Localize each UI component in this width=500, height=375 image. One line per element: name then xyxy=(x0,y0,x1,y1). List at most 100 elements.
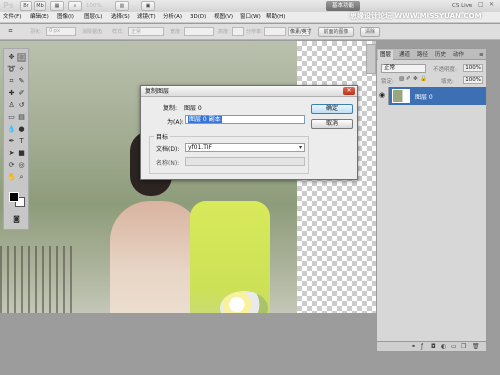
panel-menu-icon[interactable]: ≡ xyxy=(477,50,486,60)
width-label: 宽度: xyxy=(170,29,182,35)
lock-pixels-icon[interactable]: ✐ xyxy=(406,76,411,82)
menu-window[interactable]: 窗口(W) xyxy=(240,13,261,22)
minimize-icon[interactable]: – xyxy=(468,1,471,8)
lock-transparency-icon[interactable]: ▧ xyxy=(399,76,404,82)
pen-tool-icon[interactable]: ✒ xyxy=(7,137,16,146)
adjustment-layer-icon[interactable]: ◐ xyxy=(441,343,446,350)
height-label: 高度: xyxy=(218,29,230,35)
clear-button[interactable]: 清除 xyxy=(360,27,380,37)
blend-mode-select[interactable]: 正常 xyxy=(381,64,426,73)
3d-rotate-tool-icon[interactable]: ⟳ xyxy=(7,161,16,170)
layer-name: 图层 0 xyxy=(415,94,433,101)
feather-label: 羽化: xyxy=(30,29,42,35)
zoom-level[interactable]: 100% xyxy=(86,1,102,11)
minibridge-icon[interactable]: Mb xyxy=(34,1,46,11)
screen-mode-icon[interactable]: ▣ xyxy=(141,1,155,11)
menu-filter[interactable]: 滤镜(T) xyxy=(137,13,156,22)
document-select-value: yf01.TIF xyxy=(188,144,213,151)
fill-input[interactable]: 100% xyxy=(463,76,483,84)
marquee-tool-icon[interactable]: ⬚ xyxy=(17,53,26,62)
arrange-documents-icon[interactable]: ▥ xyxy=(115,1,129,11)
crop-tool-preset-icon[interactable]: ⌗ xyxy=(6,27,15,36)
crop-tool-icon[interactable]: ⌗ xyxy=(7,77,16,86)
resolution-input[interactable] xyxy=(264,27,286,36)
type-tool-icon[interactable]: T xyxy=(17,137,26,146)
new-layer-icon[interactable]: ❐ xyxy=(461,343,466,350)
layers-panel: 图层 通道 路径 历史 动作 ≡ 正常 不透明度: 100% 锁定: ▧ ✐ ✥… xyxy=(376,48,487,352)
menu-analysis[interactable]: 分析(A) xyxy=(163,13,182,22)
layer-mask-icon[interactable]: ◘ xyxy=(431,343,436,350)
antialias-checkbox[interactable]: 消除锯齿 xyxy=(82,28,102,35)
as-name-input[interactable]: 图层 0 副本 xyxy=(185,115,305,124)
tab-channels[interactable]: 通道 xyxy=(397,50,412,60)
tab-paths[interactable]: 路径 xyxy=(415,50,430,60)
menu-select[interactable]: 选择(S) xyxy=(111,13,130,22)
shape-tool-icon[interactable]: ■ xyxy=(17,149,26,158)
unit-select[interactable]: 像素/英寸 xyxy=(288,27,312,36)
document-select[interactable]: yf01.TIF ▾ xyxy=(185,143,305,152)
3d-camera-tool-icon[interactable]: ◎ xyxy=(17,161,26,170)
eye-icon[interactable]: ◉ xyxy=(379,91,385,99)
lasso-tool-icon[interactable]: ➰ xyxy=(7,65,16,74)
brush-tool-icon[interactable]: ✐ xyxy=(17,89,26,98)
quick-mask-icon[interactable]: ◙ xyxy=(12,215,21,224)
zoom-icon[interactable]: ⌕ xyxy=(68,1,82,11)
collapsed-panel-strip[interactable] xyxy=(366,44,376,74)
bridge-icon[interactable]: Br xyxy=(20,1,32,11)
fence-graphic xyxy=(0,246,75,313)
view-extras-icon[interactable]: ▦ xyxy=(50,1,64,11)
lock-all-icon[interactable]: 🔒 xyxy=(420,76,427,82)
bride-graphic xyxy=(110,201,202,313)
menu-file[interactable]: 文件(F) xyxy=(3,13,21,22)
foreground-color-swatch[interactable] xyxy=(9,192,19,202)
menu-help[interactable]: 帮助(H) xyxy=(266,13,285,22)
gradient-tool-icon[interactable]: ▤ xyxy=(17,113,26,122)
menu-view[interactable]: 视图(V) xyxy=(214,13,233,22)
menu-image[interactable]: 图像(I) xyxy=(57,13,74,22)
ok-button[interactable]: 确定 xyxy=(311,104,353,114)
workspace-switcher[interactable]: 基本功能 xyxy=(326,1,360,11)
tab-history[interactable]: 历史 xyxy=(433,50,448,60)
trash-icon[interactable]: 🗑 xyxy=(472,343,480,350)
eyedropper-tool-icon[interactable]: ✎ xyxy=(17,77,26,86)
cancel-button[interactable]: 取消 xyxy=(311,119,353,129)
workspace-background xyxy=(0,313,376,375)
dodge-tool-icon[interactable]: ● xyxy=(17,125,26,134)
tab-actions[interactable]: 动作 xyxy=(451,50,466,60)
menu-3d[interactable]: 3D(D) xyxy=(190,13,206,22)
clone-stamp-tool-icon[interactable]: ♙ xyxy=(7,101,16,110)
tab-layers[interactable]: 图层 xyxy=(378,50,394,60)
panel-tabs: 图层 通道 路径 历史 动作 ≡ xyxy=(377,49,486,60)
move-tool-icon[interactable]: ✥ xyxy=(7,53,16,62)
blur-tool-icon[interactable]: 💧 xyxy=(7,125,16,134)
visibility-cell[interactable]: ◉ xyxy=(377,87,389,105)
resolution-label: 分辨率: xyxy=(246,29,263,35)
chevron-down-icon: ▾ xyxy=(298,144,302,151)
copy-value: 图层 0 xyxy=(184,105,202,112)
width-input[interactable] xyxy=(184,27,214,36)
new-group-icon[interactable]: ▭ xyxy=(451,343,457,350)
name-input[interactable] xyxy=(185,157,305,166)
path-selection-tool-icon[interactable]: ➤ xyxy=(7,149,16,158)
style-select[interactable]: 正常 xyxy=(128,27,164,36)
feather-input[interactable]: 0 px xyxy=(46,27,76,36)
height-input[interactable] xyxy=(232,27,244,36)
layer-style-icon[interactable]: ƒ xyxy=(421,343,423,350)
close-icon[interactable]: ✕ xyxy=(489,1,494,8)
layer-row-selected[interactable]: ◉ 图层 0 xyxy=(377,87,486,105)
front-image-button[interactable]: 前面的图像 xyxy=(318,27,354,37)
zoom-tool-icon[interactable]: ⌕ xyxy=(17,173,26,182)
dialog-close-icon[interactable]: ✕ xyxy=(343,87,355,95)
opacity-input[interactable]: 100% xyxy=(463,64,483,72)
hand-tool-icon[interactable]: ✋ xyxy=(7,173,16,182)
eraser-tool-icon[interactable]: ▭ xyxy=(7,113,16,122)
watermark-text: 思缘设计论坛 WWW.MISSYUAN.COM xyxy=(350,12,482,20)
link-layers-icon[interactable]: ⚭ xyxy=(411,343,416,350)
healing-brush-tool-icon[interactable]: ✚ xyxy=(7,89,16,98)
maximize-icon[interactable]: □ xyxy=(478,1,484,8)
history-brush-tool-icon[interactable]: ↺ xyxy=(17,101,26,110)
magic-wand-tool-icon[interactable]: ✧ xyxy=(17,65,26,74)
menu-layer[interactable]: 图层(L) xyxy=(84,13,102,22)
menu-edit[interactable]: 编辑(E) xyxy=(30,13,49,22)
lock-position-icon[interactable]: ✥ xyxy=(413,76,418,82)
